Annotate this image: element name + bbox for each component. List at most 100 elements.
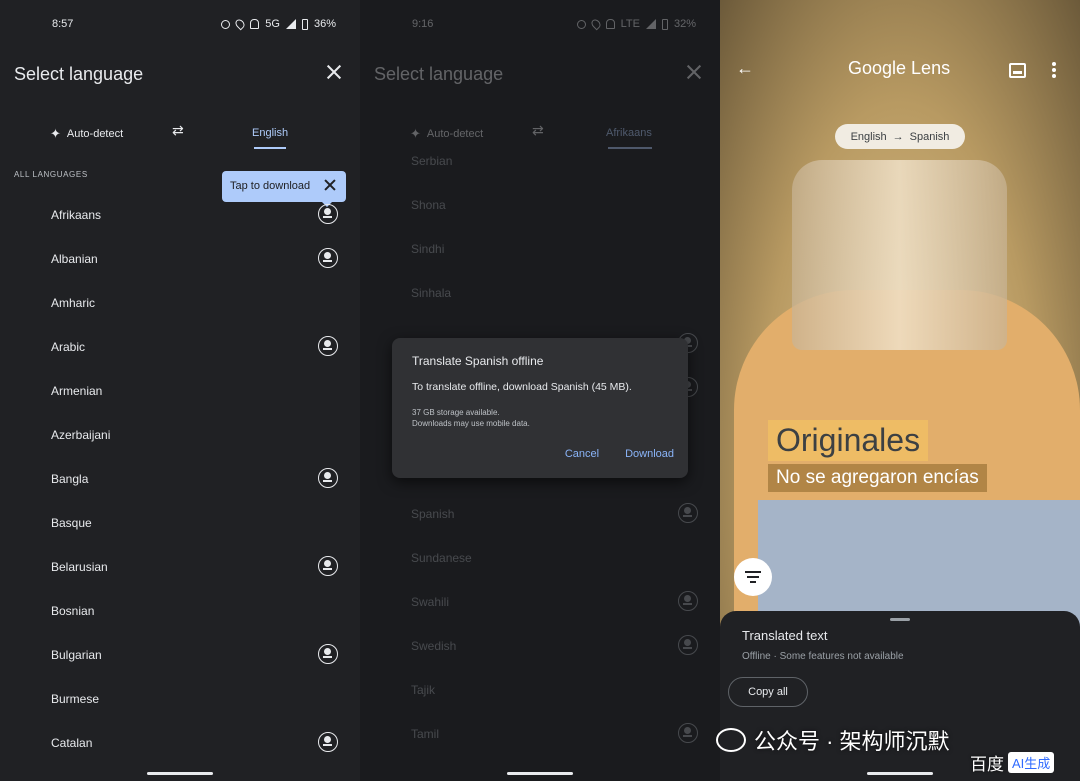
sparkle-icon: ✦ bbox=[410, 126, 421, 141]
language-label: Amharic bbox=[51, 296, 96, 310]
battery-icon bbox=[661, 18, 668, 30]
list-item[interactable]: Shona bbox=[360, 186, 720, 230]
list-item[interactable]: Bosnian bbox=[0, 592, 360, 636]
list-item[interactable]: Arabic bbox=[0, 328, 360, 372]
battery-percent: 32% bbox=[673, 18, 696, 30]
list-item[interactable]: Sindhi bbox=[360, 230, 720, 274]
download-icon[interactable] bbox=[318, 644, 338, 664]
translation-overlay-line1[interactable]: Originales bbox=[768, 420, 929, 461]
list-item[interactable]: Bulgarian bbox=[0, 636, 360, 680]
language-label: Burmese bbox=[51, 692, 100, 706]
download-icon[interactable] bbox=[318, 336, 338, 356]
filter-icon[interactable] bbox=[734, 558, 772, 596]
list-item[interactable]: Armenian bbox=[0, 372, 360, 416]
list-item[interactable]: Swahili bbox=[360, 583, 720, 627]
language-tabs: ✦ Auto-detect ⇄ English bbox=[0, 120, 360, 156]
translation-overlay-line2[interactable]: No se agregaron encías bbox=[768, 464, 987, 492]
language-label: Swahili bbox=[411, 595, 450, 609]
list-item[interactable]: Amharic bbox=[0, 284, 360, 328]
language-label: Basque bbox=[51, 516, 92, 530]
language-label: Armenian bbox=[51, 384, 103, 398]
dialog-title: Translate Spanish offline bbox=[412, 354, 544, 368]
language-label: Sindhi bbox=[411, 242, 445, 256]
download-icon[interactable] bbox=[318, 556, 338, 576]
cancel-button[interactable]: Cancel bbox=[565, 448, 599, 460]
data-note: Downloads may use mobile data. bbox=[412, 419, 530, 428]
tab-target-language[interactable]: Afrikaans bbox=[606, 127, 652, 139]
activity-icon bbox=[221, 19, 231, 29]
wechat-icon bbox=[716, 728, 746, 752]
download-icon[interactable] bbox=[318, 248, 338, 268]
network-label: LTE bbox=[620, 18, 640, 30]
sheet-grip[interactable] bbox=[890, 618, 910, 621]
list-item[interactable]: Burmese bbox=[0, 680, 360, 724]
close-icon[interactable] bbox=[326, 64, 342, 80]
app-title: Google Lens bbox=[848, 58, 951, 78]
language-label: Arabic bbox=[51, 340, 86, 354]
language-label: Bangla bbox=[51, 472, 89, 486]
list-item[interactable]: Sundanese bbox=[360, 539, 720, 583]
language-label: Shona bbox=[411, 198, 446, 212]
tooltip-text: Tap to download bbox=[230, 180, 311, 192]
language-label: Spanish bbox=[411, 507, 455, 521]
download-icon[interactable] bbox=[318, 468, 338, 488]
swap-languages-icon[interactable]: ⇄ bbox=[532, 122, 544, 139]
tooltip-close-icon[interactable] bbox=[324, 179, 336, 191]
download-icon[interactable] bbox=[678, 503, 698, 523]
download-icon[interactable] bbox=[678, 591, 698, 611]
language-label: Sundanese bbox=[411, 551, 472, 565]
list-item[interactable]: Catalan bbox=[0, 724, 360, 768]
tab-indicator bbox=[254, 147, 286, 149]
list-item[interactable]: Spanish bbox=[360, 495, 720, 539]
list-item[interactable]: Swedish bbox=[360, 627, 720, 671]
tab-auto-detect-label: Auto-detect bbox=[426, 128, 484, 140]
list-item[interactable]: Albanian bbox=[0, 240, 360, 284]
list-item[interactable]: Sinhala bbox=[360, 274, 720, 318]
download-button[interactable]: Download bbox=[625, 448, 674, 460]
network-label: 5G bbox=[265, 18, 280, 30]
status-time: 8:57 bbox=[52, 18, 74, 30]
gallery-icon[interactable] bbox=[1009, 63, 1026, 78]
status-time: 9:16 bbox=[412, 18, 434, 30]
list-item[interactable]: Basque bbox=[0, 504, 360, 548]
sparkle-icon: ✦ bbox=[50, 126, 61, 141]
location-icon bbox=[589, 17, 602, 31]
back-arrow-icon[interactable]: ← bbox=[736, 58, 754, 79]
ai-badge: AI生成 bbox=[1008, 752, 1055, 773]
list-item[interactable]: Belarusian bbox=[0, 548, 360, 592]
language-pair-pill[interactable]: English → Spanish bbox=[835, 124, 965, 149]
download-icon[interactable] bbox=[318, 204, 338, 224]
language-label: Swedish bbox=[411, 639, 457, 653]
list-item[interactable]: Afrikaans bbox=[0, 196, 360, 240]
download-icon[interactable] bbox=[678, 723, 698, 743]
download-icon[interactable] bbox=[678, 635, 698, 655]
tab-target-language[interactable]: English bbox=[252, 127, 288, 139]
page-title: Select language bbox=[374, 64, 504, 84]
tab-auto-detect[interactable]: ✦ Auto-detect bbox=[410, 126, 483, 142]
section-header: ALL LANGUAGES bbox=[14, 170, 88, 179]
target-language: Spanish bbox=[909, 130, 950, 143]
list-item[interactable]: Tamil bbox=[360, 715, 720, 759]
list-item[interactable]: Bangla bbox=[0, 460, 360, 504]
watermark-text: 公众号 · 架构师沉默 bbox=[754, 729, 950, 754]
brand-watermark: 百度 AI生成 bbox=[970, 750, 1055, 775]
list-item[interactable]: Tajik bbox=[360, 671, 720, 715]
arrow-right-icon: → bbox=[892, 130, 904, 143]
download-icon[interactable] bbox=[318, 732, 338, 752]
list-item[interactable]: Azerbaijani bbox=[0, 416, 360, 460]
close-icon[interactable] bbox=[686, 64, 702, 80]
list-item[interactable]: Serbian bbox=[360, 142, 720, 186]
tab-auto-detect[interactable]: ✦ Auto-detect bbox=[50, 126, 123, 142]
tab-auto-detect-label: Auto-detect bbox=[66, 128, 124, 140]
more-options-icon[interactable] bbox=[1052, 62, 1056, 78]
signal-icon bbox=[645, 19, 656, 29]
source-language: English bbox=[850, 130, 887, 143]
bottle-neck bbox=[792, 160, 1007, 350]
language-label: Catalan bbox=[51, 736, 93, 750]
copy-all-button[interactable]: Copy all bbox=[728, 677, 808, 707]
offline-download-dialog: Translate Spanish offline To translate o… bbox=[392, 338, 688, 478]
dnd-bell-icon bbox=[250, 19, 260, 29]
signal-icon bbox=[285, 19, 296, 29]
location-icon bbox=[233, 17, 247, 31]
swap-languages-icon[interactable]: ⇄ bbox=[172, 122, 184, 139]
